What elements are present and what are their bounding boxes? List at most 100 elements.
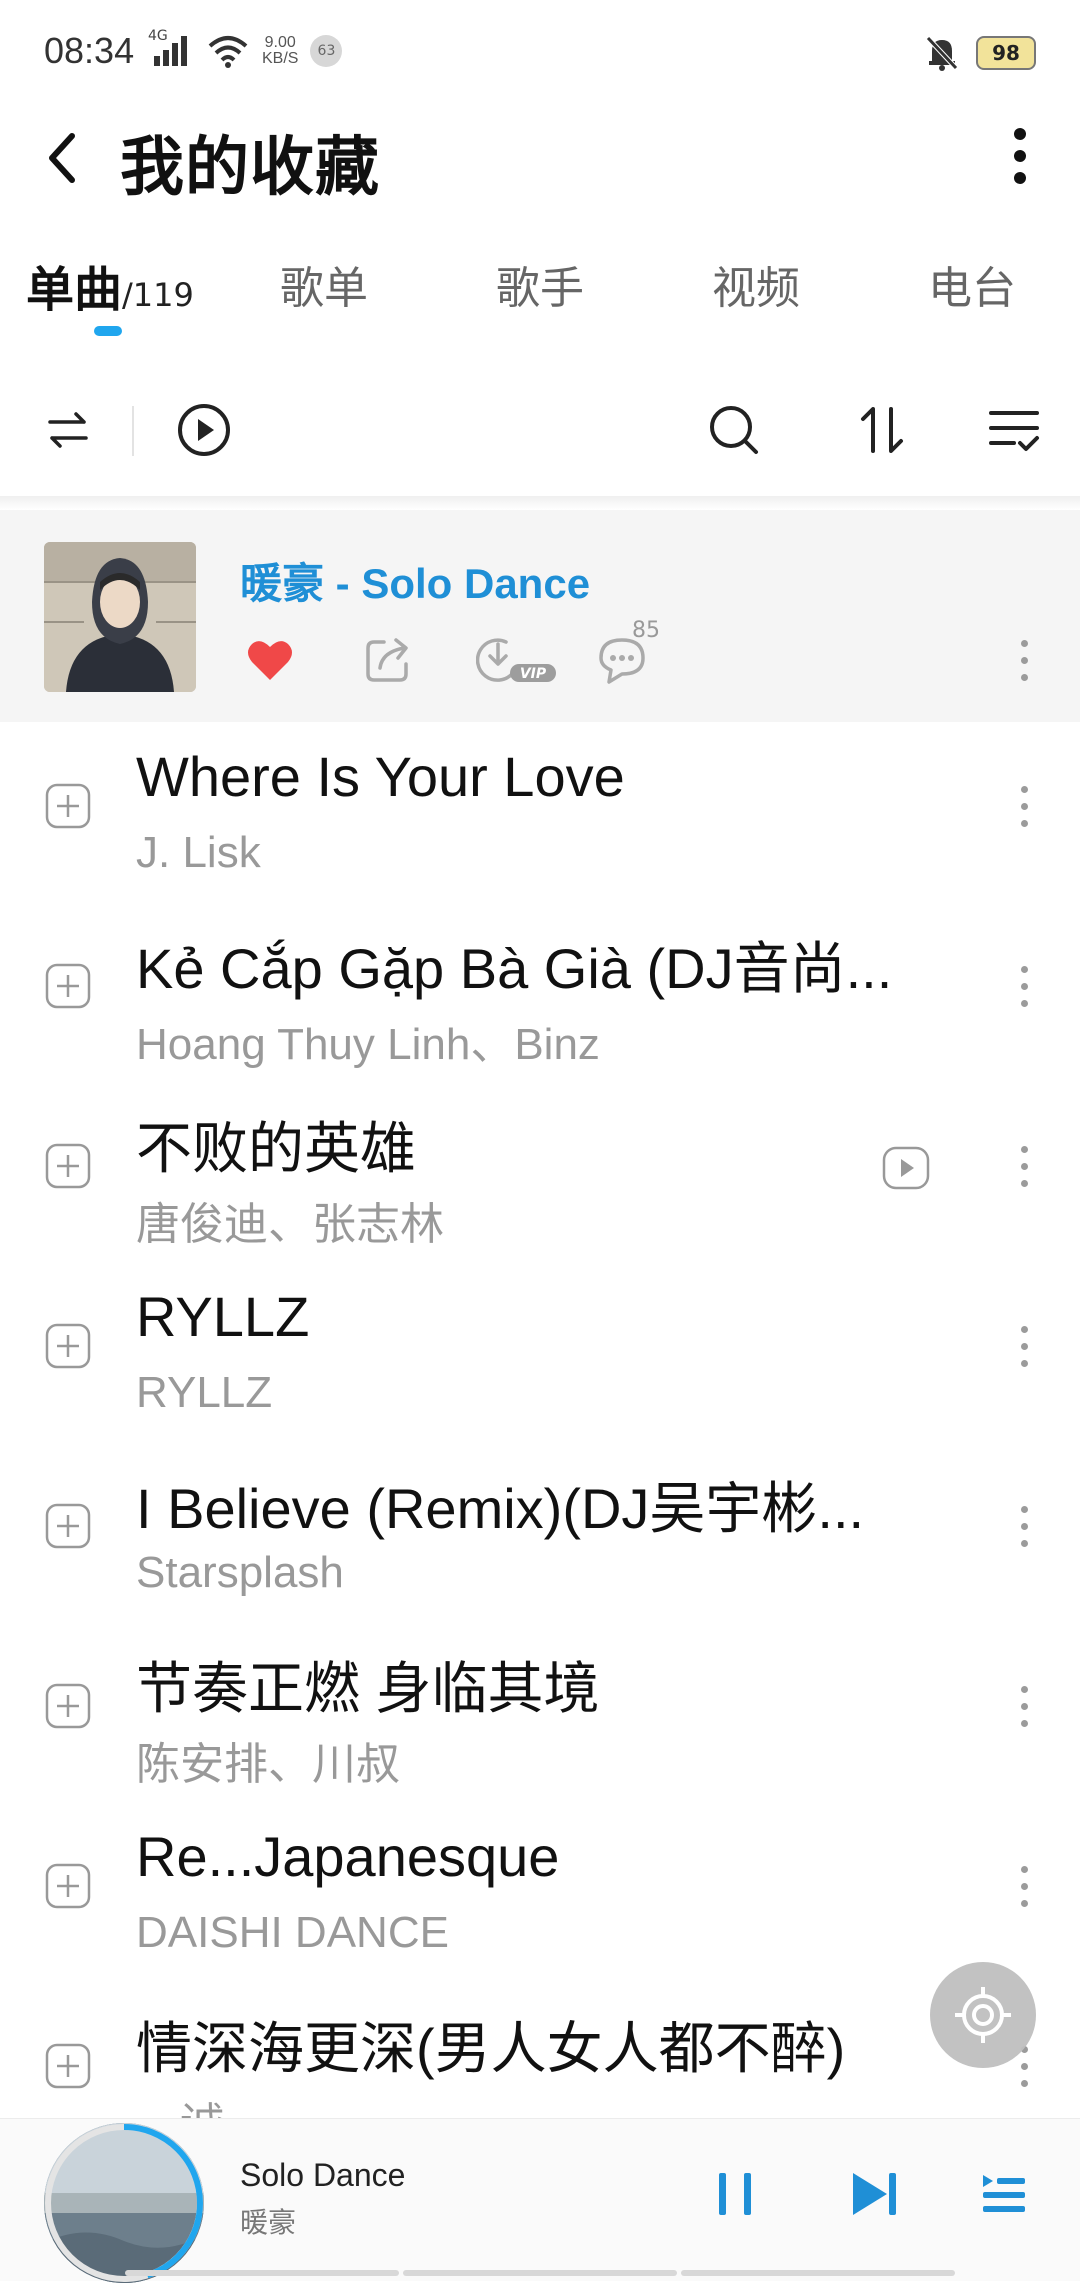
song-artist: DAISHI DANCE: [136, 1908, 449, 1957]
tab-videos[interactable]: 视频: [712, 252, 800, 316]
toolbar-divider: [132, 406, 134, 456]
shuffle-button[interactable]: [32, 394, 104, 466]
song-artist: J. Lisk: [136, 828, 261, 877]
album-cover[interactable]: [44, 542, 196, 692]
app-header: 我的收藏: [0, 110, 1080, 230]
song-title: 情深海更深(男人女人都不醉): [136, 2017, 846, 2080]
song-title: RYLLZ: [136, 1285, 310, 1348]
status-time: 08:34: [44, 30, 135, 71]
download-button[interactable]: VIP: [474, 628, 564, 692]
playlist-button[interactable]: [968, 2159, 1038, 2229]
song-row[interactable]: Where Is Your Love J. Lisk: [0, 730, 1080, 910]
sort-button[interactable]: [846, 394, 918, 466]
playlist-icon: [983, 2175, 1025, 2212]
song-title: 节奏正燃 身临其境: [136, 1657, 600, 1720]
song-more-button[interactable]: [1014, 1496, 1034, 1556]
song-artist: Starsplash: [136, 1548, 344, 1597]
current-song-row[interactable]: 暖豪 - Solo Dance VIP 85: [0, 510, 1080, 722]
current-song-more-button[interactable]: [1014, 630, 1034, 690]
add-to-playlist-button[interactable]: [44, 1142, 92, 1190]
song-artist: 诚: [180, 2088, 224, 2118]
song-artist: RYLLZ: [136, 1368, 273, 1417]
pause-button[interactable]: [700, 2159, 770, 2229]
battery-indicator: 98: [976, 36, 1036, 70]
mini-player[interactable]: Solo Dance 暖豪: [0, 2118, 1080, 2283]
player-song-title: Solo Dance: [240, 2157, 406, 2193]
speed-value: 9.00: [264, 34, 296, 51]
song-more-button[interactable]: [1014, 776, 1034, 836]
vertical-dots-icon: [1014, 128, 1026, 184]
add-square-icon: [45, 1863, 91, 1909]
add-square-icon: [45, 1503, 91, 1549]
bell-mute-icon: [926, 36, 958, 71]
sort-icon: [861, 407, 903, 453]
song-artist: Hoang Thuy Linh、Binz: [136, 1020, 600, 1069]
song-row[interactable]: Re...Japanesque DAISHI DANCE: [0, 1810, 1080, 1990]
notification-count-badge: 63: [310, 35, 343, 67]
song-artist: 唐俊迪、张志林: [136, 1200, 444, 1249]
tab-active-indicator: [94, 326, 122, 336]
add-to-playlist-button[interactable]: [44, 962, 92, 1010]
mv-button[interactable]: [880, 1142, 932, 1194]
locate-current-song-button[interactable]: [930, 1962, 1036, 2068]
add-to-playlist-button[interactable]: [44, 1322, 92, 1370]
batch-manage-button[interactable]: [978, 394, 1050, 466]
add-to-playlist-button[interactable]: [44, 1862, 92, 1910]
song-row[interactable]: I Believe (Remix)(DJ吴宇彬... Starsplash: [0, 1450, 1080, 1630]
tab-artists[interactable]: 歌手: [496, 252, 584, 316]
play-circle-icon: [178, 404, 230, 456]
add-to-playlist-button[interactable]: [44, 1682, 92, 1730]
current-song-title: 暖豪 - Solo Dance: [240, 560, 591, 607]
system-nav-indicator: [125, 2270, 955, 2276]
tab-bar: 单曲/119 歌单 歌手 视频 电台: [0, 240, 1080, 350]
tab-radio[interactable]: 电台: [928, 252, 1016, 316]
song-row[interactable]: 不败的英雄 唐俊迪、张志林: [0, 1090, 1080, 1270]
song-more-button[interactable]: [1014, 1856, 1034, 1916]
song-title: 不败的英雄: [136, 1117, 416, 1180]
search-icon: [710, 406, 758, 454]
share-button[interactable]: [356, 628, 420, 692]
shuffle-icon: [48, 412, 88, 448]
network-indicators: 4G 9.00 KB/S 63: [148, 28, 343, 68]
add-square-icon: [45, 1143, 91, 1189]
tab-songs-count: /119: [122, 276, 194, 314]
add-square-icon: [45, 1683, 91, 1729]
song-more-button[interactable]: [1014, 1676, 1034, 1736]
add-to-playlist-button[interactable]: [44, 782, 92, 830]
song-row[interactable]: Kẻ Cắp Gặp Bà Già (DJ音尚... Hoang Thuy Li…: [0, 910, 1080, 1090]
chevron-left-icon: [49, 133, 75, 183]
more-options-button[interactable]: [990, 116, 1050, 196]
back-button[interactable]: [30, 118, 94, 198]
video-play-icon: [882, 1146, 930, 1190]
song-title: Re...Japanesque: [136, 1825, 560, 1888]
page-title: 我的收藏: [120, 131, 380, 205]
add-to-playlist-button[interactable]: [44, 1502, 92, 1550]
pause-icon: [719, 2173, 751, 2215]
tab-songs[interactable]: 单曲/119: [26, 250, 194, 320]
like-button[interactable]: [238, 628, 302, 692]
status-bar: 08:34 4G 9.00 KB/S 63 98: [0, 0, 1080, 110]
song-row[interactable]: RYLLZ RYLLZ: [0, 1270, 1080, 1450]
song-row[interactable]: 情深海更深(男人女人都不醉) 诚: [0, 1990, 1080, 2118]
song-title: Kẻ Cắp Gặp Bà Già (DJ音尚...: [136, 937, 893, 1000]
song-more-button[interactable]: [1014, 956, 1034, 1016]
add-to-playlist-button[interactable]: [44, 2042, 92, 2090]
song-artist: 陈安排、川叔: [136, 1740, 400, 1789]
tab-playlists[interactable]: 歌单: [280, 252, 368, 316]
comment-count: 85: [632, 618, 660, 643]
song-more-button[interactable]: [1014, 1136, 1034, 1196]
toolbar-separator: [0, 496, 1080, 510]
add-square-icon: [45, 783, 91, 829]
song-row[interactable]: 节奏正燃 身临其境 陈安排、川叔: [0, 1630, 1080, 1810]
wifi-icon: [208, 36, 248, 68]
list-check-icon: [989, 411, 1039, 451]
svg-text:VIP: VIP: [520, 666, 547, 682]
play-all-button[interactable]: [168, 394, 240, 466]
song-more-button[interactable]: [1014, 1316, 1034, 1376]
next-button[interactable]: [840, 2159, 910, 2229]
network-speed: 9.00 KB/S: [262, 35, 298, 67]
tab-songs-label: 单曲: [26, 262, 123, 318]
song-title: Where Is Your Love: [136, 745, 625, 808]
speed-unit: KB/S: [262, 50, 299, 67]
search-button[interactable]: [698, 394, 770, 466]
